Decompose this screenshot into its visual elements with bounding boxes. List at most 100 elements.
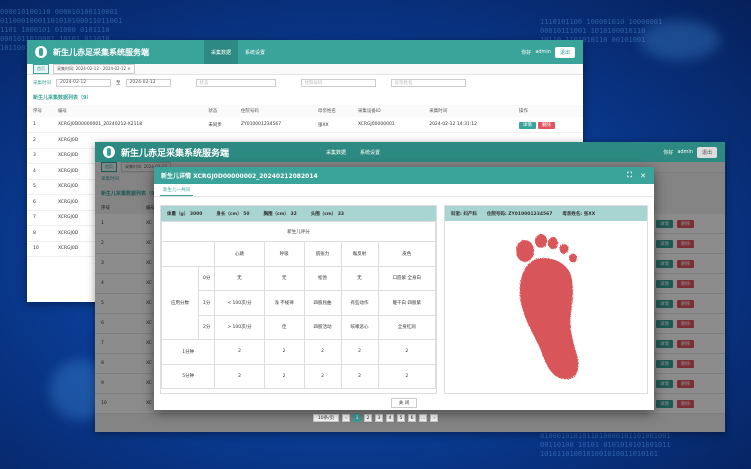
apgar-cell: 咳嗽恶心 <box>340 314 379 340</box>
table-cell: 8 <box>27 225 52 242</box>
info-value: 妇产科 <box>463 211 477 217</box>
info-value: 张XX <box>583 211 596 217</box>
greeting: 你好 <box>521 49 532 56</box>
apgar-cell: > 100次/分 <box>214 314 265 340</box>
page-button[interactable]: 2 <box>364 414 372 422</box>
info-value: 33 <box>337 211 344 217</box>
apgar-cell: 躯干白 四肢紫 <box>377 290 437 316</box>
nav-system-settings[interactable]: 系统设置 <box>353 142 387 162</box>
binary-pattern: 0100010101011010000101101001001 00110100 … <box>540 432 751 462</box>
table-cell: 6 <box>27 194 52 211</box>
info-item: 胸围（cm） 32 <box>264 211 297 217</box>
apgar-table: 新生儿评分 心跳 呼吸 肌张力 喉反射 皮色 应用分数 0分无无松弛无口唇紫 全身白 1分 <… <box>160 221 437 389</box>
info-value: 50 <box>243 211 250 217</box>
info-value: 32 <box>290 211 297 217</box>
username: admin <box>677 149 693 155</box>
apgar-cell: < 100次/分 <box>214 290 265 316</box>
table-cell: 1 <box>27 117 52 133</box>
info-label: 科室 <box>451 211 460 217</box>
nav-collect-data[interactable]: 采集数据 <box>319 142 354 162</box>
app-title: 新生儿赤足采集系统服务端 <box>53 47 149 57</box>
minute-cell: 2 <box>214 363 265 389</box>
info-label: 体重（g） <box>167 211 189 217</box>
apgar-score: 1分 <box>198 290 216 316</box>
filter-bar: 采集时间 2024-02-12 至 2024-02-12 状态 住院号码 母亲姓… <box>27 75 583 90</box>
fullscreen-icon[interactable]: ⛶ <box>627 171 632 180</box>
mother-info-item: 母亲姓名: 张XX <box>562 211 596 217</box>
modal-title: 新生儿详情 XCRGJ0D00000002_20240212082014 <box>161 173 318 180</box>
logout-button[interactable]: 退出 <box>554 46 575 58</box>
binary-row: 000010100110 000010100110001 <box>0 8 119 16</box>
mother-info-item: 住院号码: ZY010001234567 <box>486 211 553 217</box>
minute-cell: 2 <box>340 363 379 389</box>
tab-home[interactable]: 首页 <box>33 64 49 74</box>
info-value: ZY010001234567 <box>508 211 553 217</box>
nav-collect-data[interactable]: 采集数据 <box>204 40 239 64</box>
detail-modal: 新生儿详情 XCRGJ0D00000002_20240212082014 ⛶ ✕… <box>154 167 654 410</box>
end-date-input[interactable]: 2024-02-12 <box>125 78 171 87</box>
apgar-group-label: 应用分数 <box>160 265 200 340</box>
next-page-button[interactable]: › <box>430 414 439 422</box>
table-cell: 张XX <box>311 117 352 133</box>
nav-system-settings[interactable]: 系统设置 <box>238 40 272 64</box>
page-button[interactable]: 6 <box>408 414 416 422</box>
delete-button[interactable]: 删除 <box>537 121 555 129</box>
info-item: 身长（cm） 50 <box>216 211 249 217</box>
binary-row: 1101 1000101 01000 0101110 <box>0 26 110 34</box>
apgar-cell: 浅 不规律 <box>263 290 305 316</box>
page-button[interactable]: 3 <box>375 414 383 422</box>
minute-cell: 2 <box>377 363 437 389</box>
apgar-col-header: 肌张力 <box>303 241 342 267</box>
close-button[interactable]: 关 闭 <box>390 398 418 408</box>
page-button[interactable]: 5 <box>397 414 405 422</box>
apgar-col-header: 喉反射 <box>340 241 379 267</box>
footprint-image <box>516 234 579 380</box>
footprint-logo-icon <box>35 46 47 58</box>
apgar-col-header: 心跳 <box>214 241 265 267</box>
tab-filter[interactable]: 采集时间: 2024-02-12 - 2024-02-12 × <box>53 64 135 74</box>
greeting: 你好 <box>663 149 674 156</box>
footprint-logo-icon <box>103 146 115 158</box>
table-cell: 未同步 <box>202 117 235 133</box>
apgar-cell: 无 <box>214 265 265 291</box>
minute-cell: 2 <box>263 339 305 365</box>
start-date-input[interactable]: 2024-02-12 <box>56 78 111 87</box>
table-cell: 2024-02-12 14:31:12 <box>423 117 513 133</box>
apgar-cell: 四肢活动 <box>303 314 342 340</box>
apgar-cell: 无 <box>340 265 379 291</box>
close-icon[interactable]: ✕ <box>640 172 646 180</box>
apgar-cell: 全身红润 <box>377 314 437 340</box>
mother-name-input[interactable]: 母亲姓名 <box>390 78 466 87</box>
binary-row: 1010110100101001010011010101 <box>540 450 659 458</box>
table-header: 操作 <box>512 105 583 117</box>
info-label: 身长（cm） <box>216 211 242 217</box>
table-header: 序号 <box>27 105 52 117</box>
detail-button[interactable]: 详情 <box>518 121 536 129</box>
minute-cell: 2 <box>303 363 342 389</box>
apgar-score: 0分 <box>198 265 216 291</box>
info-item: 头围（cm） 33 <box>311 211 344 217</box>
table-header: 住院号码 <box>234 105 312 117</box>
table-header: 采集时间 <box>423 105 513 117</box>
apgar-cell: 无 <box>263 265 305 291</box>
minute-cell: 2 <box>340 339 379 365</box>
minute-label: 5分钟 <box>160 363 216 389</box>
tab-newborn[interactable]: 新生儿一共同 <box>160 187 193 196</box>
minute-cell: 2 <box>377 339 437 365</box>
logout-button[interactable]: 退出 <box>696 146 717 158</box>
apgar-col-header: 呼吸 <box>263 241 305 267</box>
apgar-cell: 佳 <box>263 314 305 340</box>
table-cell: XCRGJ0D00000001_20240212-X2118 <box>52 117 203 133</box>
hospital-number-input[interactable]: 住院号码 <box>300 78 376 87</box>
prev-page-button[interactable]: ‹ <box>342 414 350 422</box>
page-button[interactable]: 1 <box>353 414 361 422</box>
apgar-cell: 口唇紫 全身白 <box>377 265 437 291</box>
page-size-select[interactable]: 10条/页 <box>313 414 339 422</box>
status-select[interactable]: 状态 <box>195 78 276 87</box>
table-header: 母亲姓名 <box>311 105 352 117</box>
apgar-cell: 有些动作 <box>340 290 379 316</box>
info-value: 3000 <box>189 211 203 217</box>
table-header: 状态 <box>202 105 235 117</box>
page-button[interactable]: 4 <box>386 414 394 422</box>
filter-label: 采集时间 <box>33 80 51 86</box>
